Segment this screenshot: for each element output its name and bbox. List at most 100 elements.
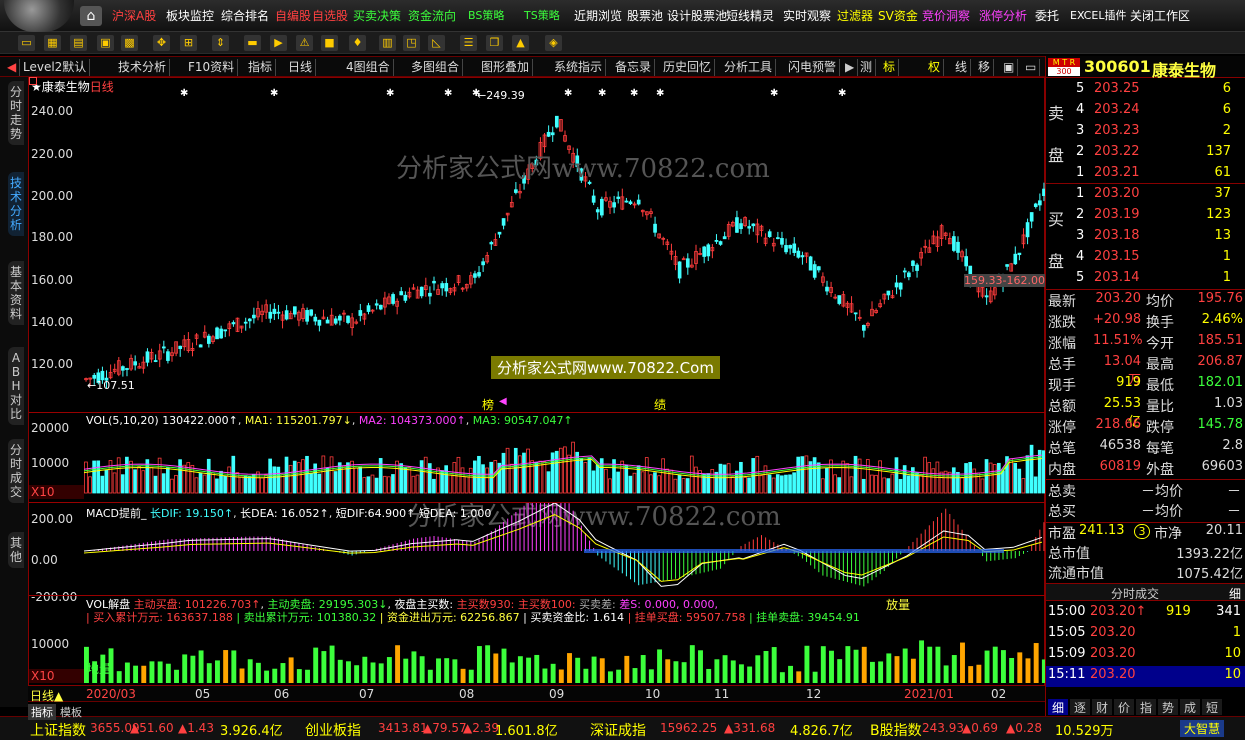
tab-5[interactable]: 4图组合 bbox=[343, 59, 394, 76]
quote-bottom-tab-6[interactable]: 成 bbox=[1180, 699, 1200, 715]
quote-bottom-tab-2[interactable]: 财 bbox=[1092, 699, 1112, 715]
tab-6[interactable]: 多图组合 bbox=[408, 59, 464, 76]
window-icon[interactable]: ◳ bbox=[403, 35, 420, 51]
menu-item-14[interactable]: 过滤器 bbox=[837, 8, 873, 24]
market-badge: M T R 300 bbox=[1048, 58, 1080, 76]
tab-13[interactable]: 测 bbox=[857, 59, 877, 76]
menu-item-13[interactable]: 实时观察 bbox=[783, 8, 831, 24]
stat-label: 最新 bbox=[1048, 294, 1076, 310]
report-icon[interactable]: ▣ bbox=[97, 35, 114, 51]
side-tab-5[interactable]: 其他 bbox=[8, 532, 24, 568]
menu-item-7[interactable]: BS策略 bbox=[468, 8, 504, 24]
vp-bar bbox=[910, 658, 916, 683]
candle-body bbox=[546, 131, 551, 137]
menu-item-0[interactable]: 沪深A股 bbox=[112, 8, 156, 24]
move-icon[interactable]: ✥ bbox=[153, 35, 170, 51]
app-logo[interactable] bbox=[4, 0, 74, 32]
tab-7[interactable]: 图形叠加 bbox=[478, 59, 534, 76]
tab-1[interactable]: 技术分析 bbox=[115, 59, 171, 76]
menu-item-3[interactable]: 自编股 bbox=[275, 8, 311, 24]
side-tab-1[interactable]: 技术分析 bbox=[8, 172, 24, 236]
tab-close-icon[interactable]: ▭ bbox=[1022, 59, 1041, 76]
draw-icon[interactable]: ◺ bbox=[428, 35, 445, 51]
tab-window-icon[interactable]: ▣ bbox=[1000, 59, 1019, 76]
event-marker-1[interactable]: 榜 bbox=[482, 396, 494, 413]
tab-4[interactable]: 日线 bbox=[285, 59, 317, 76]
tab-12[interactable]: 闪电预警 bbox=[785, 59, 841, 76]
copy-icon[interactable]: ❐ bbox=[486, 35, 503, 51]
stop-icon[interactable]: ■ bbox=[321, 35, 338, 51]
quote-bottom-tab-0[interactable]: 细 bbox=[1048, 699, 1068, 715]
layout-icon[interactable]: ⊞ bbox=[180, 35, 197, 51]
bar-icon[interactable]: ▬ bbox=[244, 35, 261, 51]
menu-item-19[interactable]: EXCEL插件 bbox=[1070, 8, 1126, 24]
tick-count: 10 bbox=[1224, 646, 1241, 661]
menu-item-17[interactable]: 涨停分析 bbox=[979, 8, 1027, 24]
play-icon[interactable]: ▶ bbox=[270, 35, 287, 51]
side-tab-4[interactable]: 分时成交 bbox=[8, 439, 24, 503]
menu-item-1[interactable]: 板块监控 bbox=[166, 8, 214, 24]
home-icon[interactable]: ⌂ bbox=[80, 6, 102, 26]
status-tab-template[interactable]: 模板 bbox=[60, 704, 82, 720]
vp-bar bbox=[362, 656, 368, 683]
help-icon[interactable]: ◈ bbox=[545, 35, 562, 51]
status-tab-indicator[interactable]: 指标 bbox=[28, 704, 56, 720]
tab-15[interactable]: 权 bbox=[925, 59, 945, 76]
side-tab-0[interactable]: 分时走势 bbox=[8, 81, 24, 145]
quote-bottom-tab-4[interactable]: 指 bbox=[1136, 699, 1156, 715]
quote-bottom-tab-1[interactable]: 逐 bbox=[1070, 699, 1090, 715]
upload-icon[interactable]: ▲ bbox=[512, 35, 529, 51]
menu-item-20[interactable]: 关闭工作区 bbox=[1130, 8, 1190, 24]
quote-bottom-tab-5[interactable]: 势 bbox=[1158, 699, 1178, 715]
menu-item-8[interactable]: TS策略 bbox=[524, 8, 560, 24]
chart-area[interactable]: ★康泰生物日线 240.00 220.00 200.00 180.00 160.00 14… bbox=[28, 77, 1046, 686]
volume-bar bbox=[882, 477, 887, 494]
menu-item-4[interactable]: 自选股 bbox=[312, 8, 348, 24]
volume-bar bbox=[874, 474, 878, 494]
board-icon[interactable]: ▩ bbox=[121, 35, 138, 51]
menu-item-11[interactable]: 设计股票池 bbox=[667, 8, 727, 24]
tab-10[interactable]: 历史回忆 bbox=[660, 59, 716, 76]
tab-prev-icon[interactable]: ◀ bbox=[4, 59, 21, 76]
picture-icon[interactable]: ▥ bbox=[379, 35, 396, 51]
event-marker-2[interactable]: 绩 bbox=[654, 396, 666, 413]
quote-bottom-tab-7[interactable]: 短 bbox=[1202, 699, 1222, 715]
side-tab-3[interactable]: ABH对比 bbox=[8, 347, 24, 425]
tab-3[interactable]: 指标 bbox=[245, 59, 277, 76]
quote-bottom-tab-3[interactable]: 价 bbox=[1114, 699, 1134, 715]
ticks-detail-button[interactable]: 细 bbox=[1229, 585, 1241, 602]
chart-icon[interactable]: ▦ bbox=[44, 35, 61, 51]
tab-next-icon[interactable]: ▶ bbox=[842, 59, 859, 76]
bell-icon[interactable]: ♦ bbox=[349, 35, 366, 51]
menu-item-12[interactable]: 短线精灵 bbox=[726, 8, 774, 24]
side-tab-2[interactable]: 基本资料 bbox=[8, 261, 24, 325]
menu-item-9[interactable]: 近期浏览 bbox=[574, 8, 622, 24]
level-price: 203.14 bbox=[1094, 270, 1140, 285]
tab-14[interactable]: 标 bbox=[880, 59, 900, 76]
period-selector[interactable]: 日线▲ bbox=[30, 687, 63, 704]
menu-item-5[interactable]: 买卖决策 bbox=[353, 8, 401, 24]
tab-8[interactable]: 系统指示 bbox=[551, 59, 607, 76]
tab-9[interactable]: 备忘录 bbox=[612, 59, 656, 76]
split-icon[interactable]: ⇕ bbox=[212, 35, 229, 51]
menu-item-15[interactable]: SV资金 bbox=[878, 8, 918, 24]
event-star-icon: ✱ bbox=[770, 88, 778, 99]
list-icon[interactable]: ☰ bbox=[460, 35, 477, 51]
index-amount: 1.601.8亿 bbox=[495, 724, 558, 739]
menu-item-18[interactable]: 委托 bbox=[1035, 8, 1059, 24]
grid-icon[interactable]: ▤ bbox=[70, 35, 87, 51]
warning-icon[interactable]: ⚠ bbox=[296, 35, 313, 51]
menu-item-16[interactable]: 竞价洞察 bbox=[922, 8, 970, 24]
tab-16[interactable]: 线 bbox=[952, 59, 972, 76]
tab-11[interactable]: 分析工具 bbox=[721, 59, 777, 76]
tab-0[interactable]: Level2默认 bbox=[20, 59, 91, 76]
candle-body bbox=[243, 321, 248, 324]
menu-item-6[interactable]: 资金流向 bbox=[408, 8, 456, 24]
tab-2[interactable]: F10资料 bbox=[185, 59, 239, 76]
menu-item-2[interactable]: 综合排名 bbox=[221, 8, 269, 24]
tab-17[interactable]: 移 bbox=[975, 59, 995, 76]
volume-bar bbox=[432, 478, 436, 494]
open-icon[interactable]: ▭ bbox=[18, 35, 35, 51]
menu-item-10[interactable]: 股票池 bbox=[627, 8, 663, 24]
volume-bar bbox=[1009, 458, 1013, 494]
